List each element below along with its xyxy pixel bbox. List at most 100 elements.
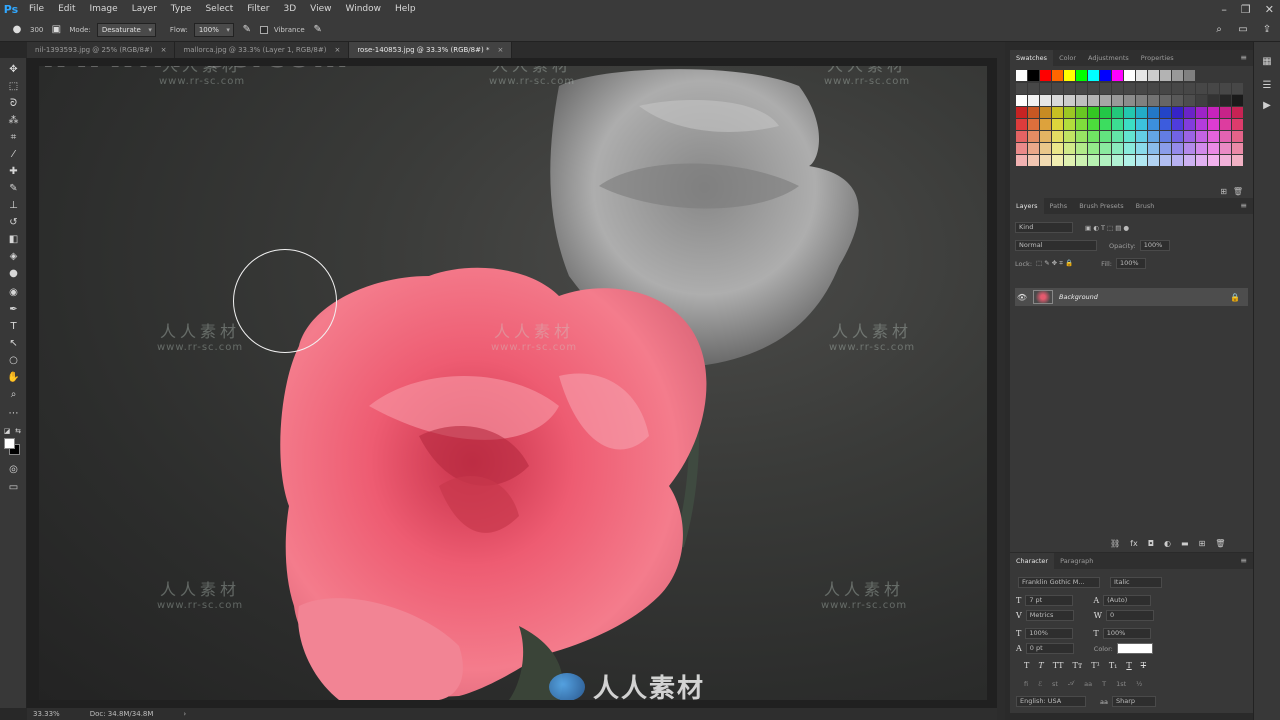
swatch[interactable] [1136, 83, 1147, 94]
menu-view[interactable]: View [303, 4, 338, 14]
swatch[interactable] [1148, 143, 1159, 154]
minimize-icon[interactable]: – [1221, 3, 1227, 16]
swatch[interactable] [1208, 83, 1219, 94]
foreground-color[interactable] [4, 438, 15, 449]
antialias-select[interactable]: Sharp [1111, 696, 1156, 707]
vibrance-checkbox[interactable] [259, 25, 268, 34]
eyedropper-tool-icon[interactable]: ⁄ [5, 147, 22, 161]
subscript-icon[interactable]: T₁ [1109, 661, 1118, 670]
swatch[interactable] [1196, 131, 1207, 142]
swatch[interactable] [1040, 83, 1051, 94]
swatch[interactable] [1148, 155, 1159, 166]
ligature-icon[interactable]: fi [1024, 680, 1028, 688]
swatch[interactable] [1208, 143, 1219, 154]
healing-tool-icon[interactable]: ✚ [5, 164, 22, 178]
new-swatch-icon[interactable]: ⊞ [1220, 187, 1227, 196]
tab-character[interactable]: Character [1010, 553, 1055, 569]
swatch[interactable] [1064, 83, 1075, 94]
swatch[interactable] [1136, 107, 1147, 118]
swatch[interactable] [1028, 143, 1039, 154]
language-select[interactable]: English: USA [1016, 696, 1086, 707]
swatch[interactable] [1112, 119, 1123, 130]
close-icon[interactable]: × [497, 46, 503, 54]
swatch[interactable] [1064, 70, 1075, 81]
menu-select[interactable]: Select [198, 4, 240, 14]
crop-tool-icon[interactable]: ⌗ [5, 130, 22, 144]
swatch[interactable] [1232, 155, 1243, 166]
small-caps-icon[interactable]: Tт [1073, 661, 1083, 670]
hand-tool-icon[interactable]: ✋ [5, 370, 22, 384]
swatch[interactable] [1208, 95, 1219, 106]
swatch[interactable] [1088, 83, 1099, 94]
tab-document-1[interactable]: nil-1393593.jpg @ 25% (RGB/8#) × [27, 42, 176, 58]
swatch[interactable] [1100, 70, 1111, 81]
brush-tool-icon[interactable]: ✎ [5, 181, 22, 195]
swatch[interactable] [1184, 131, 1195, 142]
swatch[interactable] [1172, 155, 1183, 166]
menu-layer[interactable]: Layer [125, 4, 164, 14]
swatch[interactable] [1040, 143, 1051, 154]
titling-icon[interactable]: aa [1084, 680, 1092, 688]
swatch[interactable] [1052, 131, 1063, 142]
swatch[interactable] [1136, 143, 1147, 154]
screen-mode-icon[interactable]: ▭ [5, 480, 22, 494]
swatch[interactable] [1052, 155, 1063, 166]
swatch[interactable] [1088, 119, 1099, 130]
swatch[interactable] [1028, 119, 1039, 130]
quick-select-tool-icon[interactable]: ⁂ [5, 113, 22, 127]
share-icon[interactable]: ⇪ [1260, 22, 1274, 36]
swatch[interactable] [1184, 155, 1195, 166]
swatch[interactable] [1016, 155, 1027, 166]
discretionary-icon[interactable]: ℰ [1038, 680, 1042, 688]
swatch[interactable] [1052, 119, 1063, 130]
swatch[interactable] [1064, 143, 1075, 154]
swatch[interactable] [1088, 95, 1099, 106]
swatch[interactable] [1040, 95, 1051, 106]
folder-icon[interactable]: ▬ [1181, 539, 1189, 548]
swatch[interactable] [1160, 143, 1171, 154]
pressure-icon[interactable]: ✎ [311, 23, 325, 37]
swatch[interactable] [1088, 70, 1099, 81]
swatch[interactable] [1064, 107, 1075, 118]
swatch[interactable] [1040, 107, 1051, 118]
swatch[interactable] [1088, 131, 1099, 142]
swatch[interactable] [1028, 95, 1039, 106]
swatch[interactable] [1196, 119, 1207, 130]
swatch[interactable] [1112, 70, 1123, 81]
menu-image[interactable]: Image [83, 4, 125, 14]
adjustment-icon[interactable]: ◐ [1164, 539, 1171, 548]
panel-menu-icon[interactable]: ≡ [1240, 556, 1247, 565]
swatch[interactable] [1220, 155, 1231, 166]
swatch[interactable] [1076, 155, 1087, 166]
swatch[interactable] [1136, 131, 1147, 142]
swatch[interactable] [1100, 143, 1111, 154]
swatch[interactable] [1076, 83, 1087, 94]
swatch[interactable] [1076, 107, 1087, 118]
swatch[interactable] [1136, 155, 1147, 166]
swatch[interactable] [1160, 95, 1171, 106]
swatch[interactable] [1148, 131, 1159, 142]
tab-layers[interactable]: Layers [1010, 198, 1044, 214]
swatch[interactable] [1124, 143, 1135, 154]
workspace-icon[interactable]: ▭ [1236, 22, 1250, 36]
swatch[interactable] [1136, 70, 1147, 81]
lasso-tool-icon[interactable]: ᘐ [5, 96, 22, 110]
marquee-tool-icon[interactable]: ⬚ [5, 79, 22, 93]
swatch[interactable] [1220, 119, 1231, 130]
link-icon[interactable]: ⛓ [1110, 539, 1120, 548]
swatch[interactable] [1172, 143, 1183, 154]
tab-properties[interactable]: Properties [1135, 50, 1180, 66]
swatch[interactable] [1100, 107, 1111, 118]
kerning-field[interactable]: Metrics [1025, 610, 1074, 621]
mode-select[interactable]: Desaturate [96, 22, 156, 37]
swatch[interactable] [1028, 155, 1039, 166]
tab-brush[interactable]: Brush [1130, 198, 1161, 214]
swatch[interactable] [1028, 83, 1039, 94]
fraction-icon[interactable]: ½ [1136, 680, 1142, 688]
fill-field[interactable]: 100% [1115, 258, 1146, 269]
swatch[interactable] [1184, 83, 1195, 94]
mask-icon[interactable]: ◘ [1148, 539, 1154, 548]
swash-icon[interactable]: 𝒜 [1068, 679, 1074, 688]
swatch[interactable] [1100, 155, 1111, 166]
default-colors-icon[interactable]: ◪ [2, 424, 12, 438]
